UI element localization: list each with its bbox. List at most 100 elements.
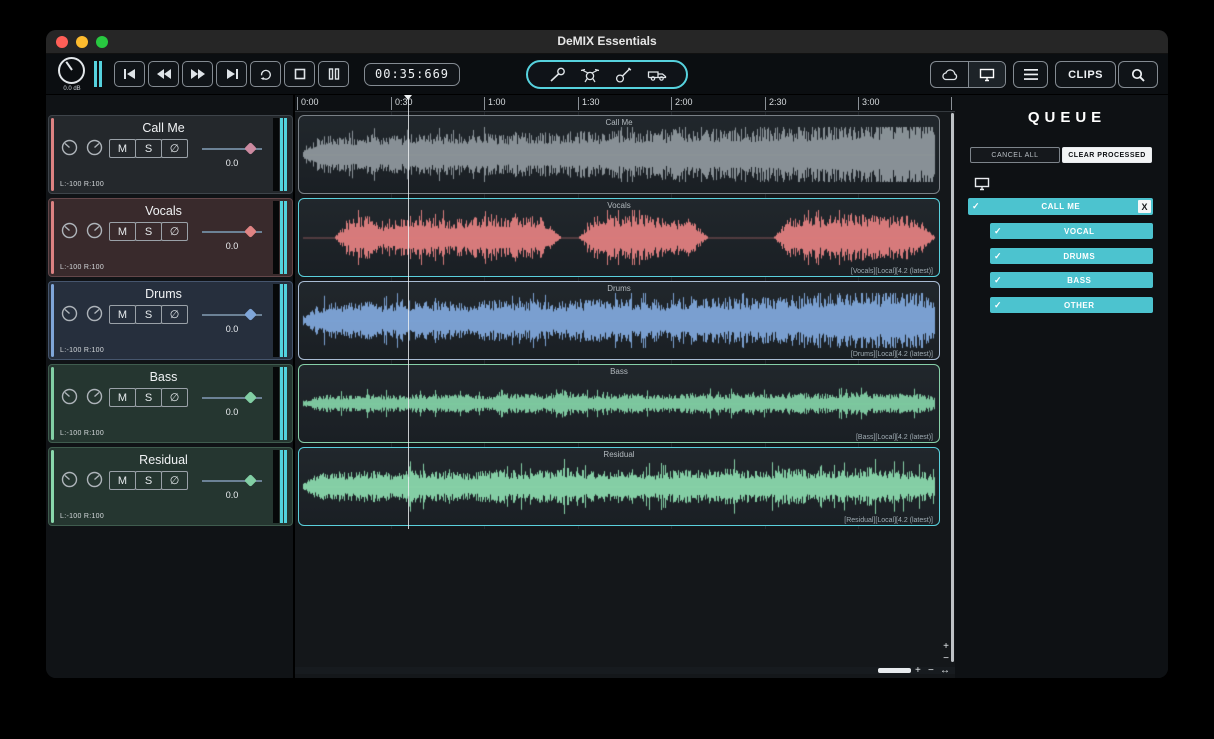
- other-instrument-icon: [648, 71, 667, 81]
- volume-value: 0.0: [225, 407, 239, 417]
- mute-button[interactable]: M: [109, 305, 136, 324]
- cancel-all-button[interactable]: CANCEL ALL: [970, 147, 1060, 163]
- fast-forward-icon: [190, 69, 205, 79]
- track-level-meter: [273, 201, 289, 274]
- clip-residual[interactable]: Residual [Residual][Local][4.2 (latest)]: [298, 447, 940, 526]
- volume-slider[interactable]: [202, 308, 262, 321]
- pan-knob[interactable]: [61, 305, 78, 322]
- local-machine-icon: [974, 177, 990, 196]
- clip-drums[interactable]: Drums [Drums][Local][4.2 (latest)]: [298, 281, 940, 360]
- clear-processed-button[interactable]: CLEAR PROCESSED: [1062, 147, 1152, 163]
- queue-item-bass[interactable]: ✓ BASS: [990, 272, 1153, 288]
- fast-forward-button[interactable]: [182, 61, 213, 87]
- pan-readout: L:-100 R:100: [60, 347, 105, 354]
- queue-item-other[interactable]: ✓ OTHER: [990, 297, 1153, 313]
- queue-item-label: OTHER: [1064, 300, 1095, 310]
- vertical-zoom-out-button[interactable]: −: [943, 654, 949, 664]
- queue-item-vocal[interactable]: ✓ VOCAL: [990, 223, 1153, 239]
- local-device-button[interactable]: [968, 62, 1006, 87]
- knob-icon: [86, 222, 103, 239]
- drums-stem-button[interactable]: [577, 63, 603, 87]
- mute-button[interactable]: M: [109, 388, 136, 407]
- vertical-zoom-in-button[interactable]: +: [943, 642, 949, 652]
- vocal-stem-button[interactable]: [544, 63, 570, 87]
- solo-button[interactable]: S: [135, 222, 162, 241]
- other-stem-button[interactable]: [644, 63, 670, 87]
- loop-button[interactable]: [250, 61, 281, 87]
- search-icon: [1131, 68, 1145, 82]
- microphone-icon: [550, 67, 565, 82]
- solo-button[interactable]: S: [135, 139, 162, 158]
- phase-button[interactable]: ∅: [161, 139, 188, 158]
- track-header-bass[interactable]: Bass M S ∅ L:-100 R:100 0.0: [48, 364, 293, 443]
- stop-button[interactable]: [284, 61, 315, 87]
- menu-button[interactable]: [1013, 61, 1049, 88]
- phase-button[interactable]: ∅: [161, 471, 188, 490]
- volume-slider-thumb[interactable]: [244, 308, 257, 321]
- zoom-out-button[interactable]: −: [928, 666, 934, 676]
- search-button[interactable]: [1118, 61, 1158, 88]
- rewind-button[interactable]: [148, 61, 179, 87]
- solo-button[interactable]: S: [135, 388, 162, 407]
- clip-bass[interactable]: Bass [Bass][Local][4.2 (latest)]: [298, 364, 940, 443]
- pan-knob[interactable]: [61, 388, 78, 405]
- waveform-bass: [301, 374, 937, 433]
- cloud-button[interactable]: [931, 62, 968, 87]
- clips-button[interactable]: CLIPS: [1055, 61, 1116, 88]
- playhead[interactable]: [404, 95, 413, 529]
- horizontal-scrollbar-thumb[interactable]: [878, 668, 911, 673]
- vertical-scrollbar[interactable]: [951, 113, 954, 662]
- pan-knob[interactable]: [61, 222, 78, 239]
- skip-end-button[interactable]: [216, 61, 247, 87]
- queue-item-drums[interactable]: ✓ DRUMS: [990, 248, 1153, 264]
- zoom-in-button[interactable]: +: [915, 666, 921, 676]
- mute-button[interactable]: M: [109, 139, 136, 158]
- track-header-call-me[interactable]: Call Me M S ∅ L:-100 R:100 0.0: [48, 115, 293, 194]
- guitar-stem-button[interactable]: [611, 63, 637, 87]
- queue-job-row[interactable]: ✓ CALL ME X: [968, 198, 1153, 215]
- track-header-residual[interactable]: Residual M S ∅ L:-100 R:100 0.0: [48, 447, 293, 526]
- horizontal-scrollbar[interactable]: [295, 667, 955, 674]
- volume-slider[interactable]: [202, 225, 262, 238]
- phase-button[interactable]: ∅: [161, 222, 188, 241]
- volume-slider-thumb[interactable]: [244, 391, 257, 404]
- mute-button[interactable]: M: [109, 471, 136, 490]
- pause-button[interactable]: [318, 61, 349, 87]
- remove-job-button[interactable]: X: [1138, 200, 1151, 213]
- phase-button[interactable]: ∅: [161, 305, 188, 324]
- volume-slider[interactable]: [202, 391, 262, 404]
- clip-vocals[interactable]: Vocals [Vocals][Local][4.2 (latest)]: [298, 198, 940, 277]
- time-ruler[interactable]: 0:00 0:30 1:00 1:30 2:00 2:30 3:00 3:30: [295, 95, 955, 112]
- window-title: DeMIX Essentials: [557, 34, 657, 48]
- check-icon: ✓: [972, 201, 980, 211]
- width-knob[interactable]: [86, 305, 103, 322]
- queue-panel: QUEUE CANCEL ALL CLEAR PROCESSED ✓ CALL …: [966, 95, 1168, 678]
- master-gain-knob[interactable]: 0.0 dB: [54, 54, 92, 95]
- volume-slider-thumb[interactable]: [244, 225, 257, 238]
- width-knob[interactable]: [86, 139, 103, 156]
- phase-button[interactable]: ∅: [161, 388, 188, 407]
- volume-slider-thumb[interactable]: [244, 142, 257, 155]
- solo-button[interactable]: S: [135, 471, 162, 490]
- solo-button[interactable]: S: [135, 305, 162, 324]
- volume-slider[interactable]: [202, 474, 262, 487]
- width-knob[interactable]: [86, 471, 103, 488]
- width-knob[interactable]: [86, 222, 103, 239]
- loop-icon: [260, 69, 271, 81]
- volume-slider[interactable]: [202, 142, 262, 155]
- check-icon: ✓: [994, 299, 1002, 310]
- pan-readout: L:-100 R:100: [60, 264, 105, 271]
- mute-button[interactable]: M: [109, 222, 136, 241]
- width-knob[interactable]: [86, 388, 103, 405]
- skip-start-button[interactable]: [114, 61, 145, 87]
- track-header-vocals[interactable]: Vocals M S ∅ L:-100 R:100 0.0: [48, 198, 293, 277]
- zoom-fit-button[interactable]: ↔: [940, 666, 950, 676]
- timeline[interactable]: 0:00 0:30 1:00 1:30 2:00 2:30 3:00 3:30 …: [295, 95, 955, 678]
- track-level-meter: [273, 450, 289, 523]
- waveform-vocals: [301, 208, 937, 267]
- clip-call-me[interactable]: Call Me: [298, 115, 940, 194]
- track-header-drums[interactable]: Drums M S ∅ L:-100 R:100 0.0: [48, 281, 293, 360]
- volume-slider-thumb[interactable]: [244, 474, 257, 487]
- pan-knob[interactable]: [61, 139, 78, 156]
- pan-knob[interactable]: [61, 471, 78, 488]
